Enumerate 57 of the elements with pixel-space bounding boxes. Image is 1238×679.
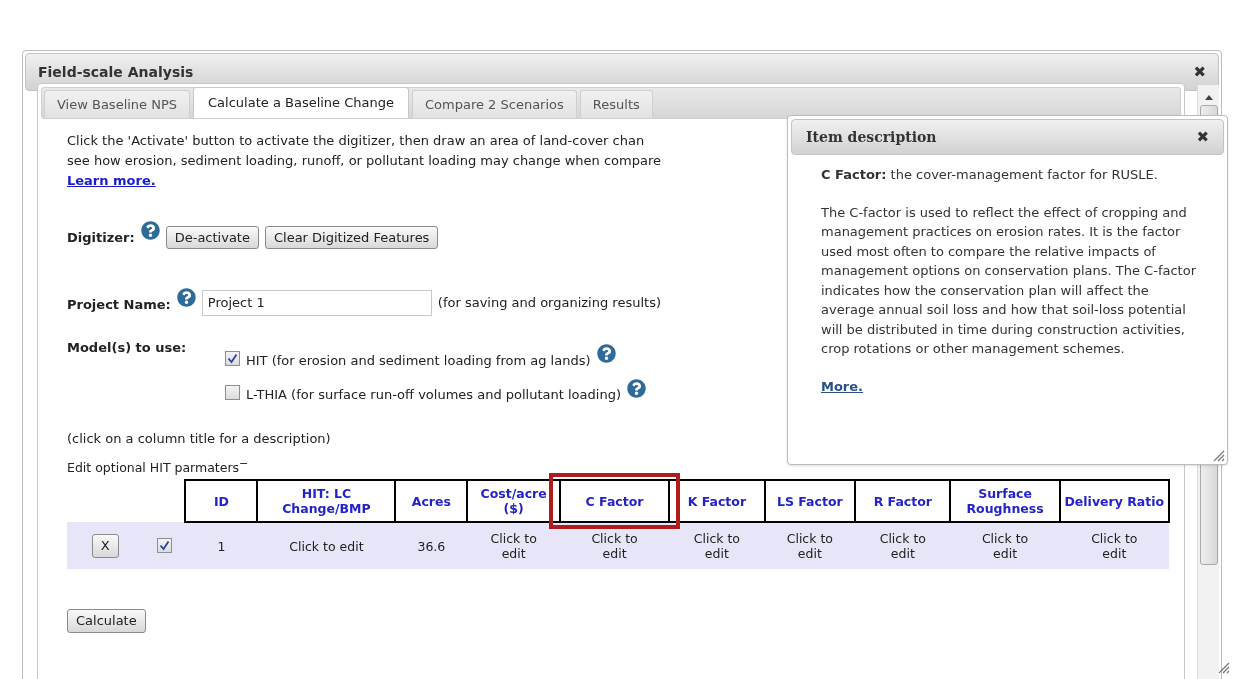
table-hint: (click on a column title for a description): [67, 430, 332, 448]
table-cell[interactable]: 36.6: [399, 538, 464, 554]
resize-grip-icon[interactable]: [1213, 450, 1225, 462]
table-cell[interactable]: Click to edit: [777, 531, 842, 562]
project-name-note: (for saving and organizing results): [437, 294, 661, 312]
resize-grip-icon[interactable]: [1218, 662, 1230, 674]
column-header[interactable]: HIT: LC Change/BMP: [258, 481, 395, 522]
table-cell[interactable]: Click to edit: [973, 531, 1038, 562]
model-option-label: L-THIA (for surface run-off volumes and pollutant loading): [246, 386, 621, 404]
column-header[interactable]: K Factor: [670, 481, 764, 522]
calculate-button[interactable]: Calculate: [67, 609, 146, 633]
table-cell[interactable]: Click to edit: [870, 531, 935, 562]
help-icon[interactable]: [626, 378, 646, 398]
column-header[interactable]: ID: [186, 481, 257, 522]
scroll-up-icon[interactable]: [1203, 93, 1214, 101]
tab[interactable]: Compare 2 Scenarios: [412, 90, 577, 118]
model-option-label: HIT (for erosion and sediment loading from ag lands): [246, 351, 591, 370]
popup-title: Item description: [806, 127, 937, 147]
digitizer-label: Digitizer:: [67, 228, 135, 247]
column-header[interactable]: Acres: [396, 481, 467, 522]
remove-row-button[interactable]: X: [91, 534, 119, 558]
models-label: Model(s) to use:: [67, 339, 188, 357]
help-icon[interactable]: [596, 344, 616, 363]
description-text: The C-factor is used to reflect the effect of cropping and management practices on erosion rates. It is the factor used most often to compare the relative impacts of management options on conservation plans. The C-factor indicates how the conservation plan will affect the average annual soil loss and how that soil-loss potential will be distributed in time during construction activities, crop rotations or other management schemes.: [821, 203, 1197, 358]
params-label: Edit optional HIT parmaters: [67, 458, 240, 477]
table-cell[interactable]: Click to edit: [1082, 531, 1147, 562]
instruction-text: Click the 'Activate' button to activate the digitizer, then draw an area of land-cover chan: [67, 132, 645, 150]
table-cell[interactable]: Click to edit: [684, 531, 749, 562]
tab[interactable]: View Baseline NPS: [44, 90, 191, 118]
column-header[interactable]: R Factor: [856, 481, 950, 522]
help-icon[interactable]: [176, 287, 196, 307]
tab[interactable]: Results: [579, 90, 653, 118]
close-button[interactable]: ✖: [1193, 60, 1206, 84]
checkbox[interactable]: [225, 385, 240, 401]
checkbox[interactable]: [225, 350, 240, 366]
popup-close-button[interactable]: ✖: [1196, 125, 1209, 149]
table-cell[interactable]: Click to edit: [582, 531, 647, 562]
more-link[interactable]: More.: [821, 376, 864, 396]
table-cell[interactable]: Click to edit: [481, 531, 546, 562]
definition-text: C Factor: the cover-management factor for RUSLE.: [821, 166, 1159, 184]
collapse-toggle[interactable]: −: [239, 458, 249, 469]
instruction-text: see how erosion, sediment loading, runoff, or pollutant loading may change when compare: [67, 152, 661, 170]
learn-more-link[interactable]: Learn more.: [67, 173, 156, 188]
help-icon[interactable]: [140, 221, 160, 240]
checkbox[interactable]: [156, 538, 172, 554]
column-header[interactable]: Delivery Ratio: [1060, 481, 1168, 522]
tab[interactable]: Calculate a Baseline Change: [193, 87, 409, 118]
column-header[interactable]: LS Factor: [765, 481, 855, 522]
project-name-label: Project Name:: [67, 296, 171, 314]
window-title: Field-scale Analysis: [38, 62, 194, 82]
clear-features-button[interactable]: Clear Digitized Features: [264, 225, 439, 249]
deactivate-button[interactable]: De-activate: [165, 225, 259, 249]
project-name-field[interactable]: Project 1: [201, 289, 432, 316]
column-header[interactable]: Cost/acre ($): [468, 481, 559, 522]
column-header[interactable]: Surface Roughness: [951, 481, 1059, 522]
table-cell[interactable]: 1: [189, 538, 254, 554]
table-cell[interactable]: Click to edit: [289, 538, 364, 554]
